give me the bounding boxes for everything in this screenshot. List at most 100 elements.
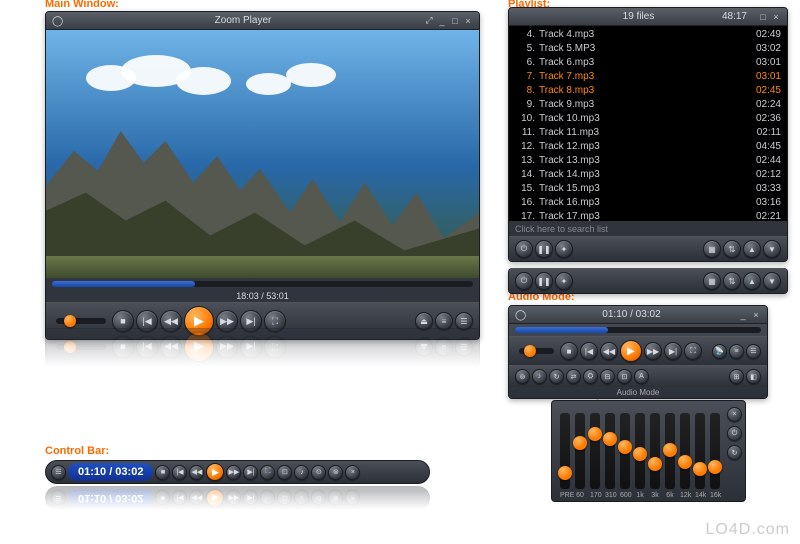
playlist-pause-button-2[interactable]: ❚❚ <box>535 272 553 290</box>
playlist-pause-button[interactable]: ❚❚ <box>535 240 553 258</box>
eq-slider-16k[interactable] <box>710 413 720 489</box>
playlist-row[interactable]: 9.Track 9.mp302:24 <box>515 98 781 112</box>
eq-slider-310[interactable] <box>605 413 615 489</box>
eq-slider-3k[interactable] <box>650 413 660 489</box>
audio-btn-h[interactable]: A <box>634 369 649 384</box>
cb-stop-button[interactable]: ■ <box>155 465 170 480</box>
cb-extra4-button[interactable]: ⊚ <box>328 465 343 480</box>
control-bar[interactable]: ☰ 01:10 / 03:02 ■ |◀ ◀◀ ▶ ▶▶ ▶| ⛶ ⊡ ♪ ⊙ … <box>45 460 430 484</box>
playlist-down-button[interactable]: ▼ <box>763 240 781 258</box>
eq-slider-60[interactable] <box>575 413 585 489</box>
playlist-down-button-2[interactable]: ▼ <box>763 272 781 290</box>
eq-slider-12k[interactable] <box>680 413 690 489</box>
playlist-row[interactable]: 13.Track 13.mp302:44 <box>515 154 781 168</box>
eq-close-button[interactable]: × <box>727 407 742 422</box>
playlist-power-button-2[interactable]: ⏻ <box>515 272 533 290</box>
cb-close-button[interactable]: × <box>345 465 360 480</box>
audio-close-icon[interactable]: × <box>751 310 761 320</box>
video-viewport[interactable] <box>46 30 479 278</box>
audio-rewind-button[interactable]: ◀◀ <box>600 342 618 360</box>
eq-reset-button[interactable]: ↻ <box>727 445 742 460</box>
playlist-row[interactable]: 7.Track 7.mp303:01 <box>515 70 781 84</box>
audio-seek[interactable] <box>515 327 761 333</box>
forward-button[interactable]: ▶▶ <box>216 310 238 332</box>
equalizer-button[interactable]: ≡ <box>435 312 453 330</box>
playlist-row[interactable]: 6.Track 6.mp303:01 <box>515 56 781 70</box>
audio-btn-j[interactable]: ◧ <box>746 369 761 384</box>
audio-titlebar[interactable]: ◯ 01:10 / 03:02 _ × <box>509 306 767 324</box>
close-icon[interactable]: × <box>463 16 473 26</box>
playlist-row[interactable]: 8.Track 8.mp302:45 <box>515 84 781 98</box>
playlist-new-button-2[interactable]: ✦ <box>555 272 573 290</box>
main-titlebar[interactable]: ◯ Zoom Player ⤢ _ □ × <box>46 12 479 30</box>
next-button[interactable]: ▶| <box>240 310 262 332</box>
prev-button[interactable]: |◀ <box>136 310 158 332</box>
audio-next-button[interactable]: ▶| <box>664 342 682 360</box>
cb-extra3-button[interactable]: ⊙ <box>311 465 326 480</box>
audio-btn-d[interactable]: ⇄ <box>566 369 581 384</box>
playlist-titlebar[interactable]: 19 files 48:17 □ × <box>509 8 787 26</box>
playlist-new-button[interactable]: ✦ <box>555 240 573 258</box>
playlist-row[interactable]: 10.Track 10.mp302:36 <box>515 112 781 126</box>
expand-icon[interactable]: ⤢ <box>424 16 434 26</box>
seek-bar[interactable] <box>52 281 473 287</box>
cb-forward-button[interactable]: ▶▶ <box>226 465 241 480</box>
playlist-sort-button-2[interactable]: ⇅ <box>723 272 741 290</box>
audio-stop-button[interactable]: ■ <box>560 342 578 360</box>
play-button[interactable]: ▶ <box>184 306 214 336</box>
audio-forward-button[interactable]: ▶▶ <box>644 342 662 360</box>
stop-button[interactable]: ■ <box>112 310 134 332</box>
audio-btn-a[interactable]: ⊚ <box>515 369 530 384</box>
eq-slider-14k[interactable] <box>695 413 705 489</box>
eq-slider-PRE[interactable] <box>560 413 570 489</box>
cb-full-button[interactable]: ⛶ <box>260 465 275 480</box>
audio-fullscreen-button[interactable]: ⛶ <box>684 342 702 360</box>
audio-prev-button[interactable]: |◀ <box>580 342 598 360</box>
audio-broadcast-button[interactable]: 📡 <box>712 344 727 359</box>
playlist-maximize-icon[interactable]: □ <box>758 12 768 22</box>
playlist-row[interactable]: 17.Track 17.mp302:21 <box>515 210 781 221</box>
cb-menu-button[interactable]: ☰ <box>51 465 66 480</box>
audio-btn-i[interactable]: ⊞ <box>729 369 744 384</box>
audio-btn-g[interactable]: ⊡ <box>617 369 632 384</box>
eq-slider-6k[interactable] <box>665 413 675 489</box>
playlist-power-button[interactable]: ⏻ <box>515 240 533 258</box>
cb-rewind-button[interactable]: ◀◀ <box>189 465 204 480</box>
playlist-grid-button-2[interactable]: ▦ <box>703 272 721 290</box>
volume-slider[interactable] <box>56 318 106 324</box>
cb-next-button[interactable]: ▶| <box>243 465 258 480</box>
audio-list-button[interactable]: ☰ <box>746 344 761 359</box>
eq-slider-170[interactable] <box>590 413 600 489</box>
fullscreen-button[interactable]: ⛶ <box>264 310 286 332</box>
eq-slider-1k[interactable] <box>635 413 645 489</box>
playlist-up-button[interactable]: ▲ <box>743 240 761 258</box>
playlist-row[interactable]: 12.Track 12.mp304:45 <box>515 140 781 154</box>
audio-play-button[interactable]: ▶ <box>620 340 642 362</box>
playlist-row[interactable]: 14.Track 14.mp302:12 <box>515 168 781 182</box>
playlist-row[interactable]: 11.Track 11.mp302:11 <box>515 126 781 140</box>
playlist-up-button-2[interactable]: ▲ <box>743 272 761 290</box>
playlist-row[interactable]: 15.Track 15.mp303:33 <box>515 182 781 196</box>
playlist-row[interactable]: 16.Track 16.mp303:16 <box>515 196 781 210</box>
cb-extra1-button[interactable]: ⊡ <box>277 465 292 480</box>
audio-minimize-icon[interactable]: _ <box>738 310 748 320</box>
audio-btn-e[interactable]: ⛭ <box>583 369 598 384</box>
audio-volume-slider[interactable] <box>519 348 554 354</box>
playlist-row[interactable]: 5.Track 5.MP303:02 <box>515 42 781 56</box>
playlist-close-icon[interactable]: × <box>771 12 781 22</box>
cb-play-button[interactable]: ▶ <box>206 463 224 481</box>
cb-extra2-button[interactable]: ♪ <box>294 465 309 480</box>
playlist-items[interactable]: 4.Track 4.mp302:495.Track 5.MP303:026.Tr… <box>509 26 787 221</box>
maximize-icon[interactable]: □ <box>450 16 460 26</box>
eq-slider-600[interactable] <box>620 413 630 489</box>
audio-btn-c[interactable]: ↻ <box>549 369 564 384</box>
eject-button[interactable]: ⏏ <box>415 312 433 330</box>
rewind-button[interactable]: ◀◀ <box>160 310 182 332</box>
audio-btn-b[interactable]: ♪ <box>532 369 547 384</box>
audio-btn-f[interactable]: ⊟ <box>600 369 615 384</box>
audio-eq-button[interactable]: ≡ <box>729 344 744 359</box>
cb-prev-button[interactable]: |◀ <box>172 465 187 480</box>
playlist-button[interactable]: ☰ <box>455 312 473 330</box>
playlist-sort-button[interactable]: ⇅ <box>723 240 741 258</box>
playlist-search-hint[interactable]: Click here to search list <box>509 221 787 236</box>
